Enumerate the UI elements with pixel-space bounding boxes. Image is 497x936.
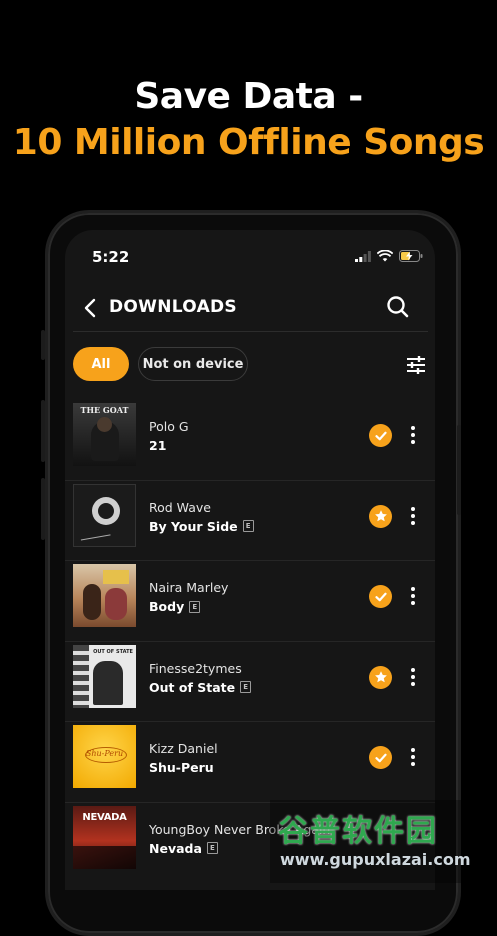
downloaded-status[interactable] bbox=[369, 665, 392, 689]
more-options-icon[interactable] bbox=[410, 506, 416, 527]
album-art: NEVADA bbox=[73, 805, 136, 869]
more-options-icon[interactable] bbox=[410, 748, 416, 768]
track-title: 21 bbox=[149, 438, 167, 453]
track-title: Nevada bbox=[149, 840, 202, 856]
watermark-title: 谷普软件园 bbox=[278, 814, 438, 849]
watermark-url: www.gupuxlazai.com bbox=[280, 850, 471, 869]
header-divider bbox=[73, 331, 428, 332]
downloaded-status[interactable] bbox=[369, 424, 392, 447]
filter-chip-all[interactable]: All bbox=[73, 347, 129, 381]
status-bar: 5:22 bbox=[65, 230, 435, 280]
phone-mute-switch bbox=[41, 330, 45, 360]
album-art-text: OUT OF STATE bbox=[93, 648, 133, 655]
album-art: OUT OF STATE bbox=[73, 644, 136, 708]
track-artist: Rod Wave bbox=[149, 499, 211, 515]
track-title: By Your Side bbox=[149, 518, 238, 534]
list-item[interactable]: OUT OF STATE Finesse2tymes Out of State … bbox=[65, 642, 435, 722]
downloaded-status[interactable] bbox=[369, 504, 392, 528]
star-icon bbox=[374, 510, 387, 522]
list-item[interactable]: THE GOAT Polo G 21 bbox=[65, 400, 435, 481]
album-art bbox=[73, 483, 136, 547]
more-options-icon[interactable] bbox=[410, 426, 416, 446]
page-title: DOWNLOADS bbox=[109, 297, 237, 317]
track-title: Shu-Peru bbox=[149, 760, 214, 775]
track-title-line: 21 bbox=[149, 438, 166, 453]
page-header: DOWNLOADS bbox=[65, 292, 435, 328]
album-art: Shu-Peru bbox=[73, 725, 136, 788]
explicit-badge: E bbox=[242, 520, 254, 532]
track-title-line: Shu-Peru bbox=[149, 760, 214, 775]
track-artist: Finesse2tymes bbox=[149, 660, 242, 676]
app-screen: 5:22 DOWNLOADS All Not on device THE GOA… bbox=[65, 230, 435, 890]
phone-volume-up bbox=[41, 400, 45, 462]
promo-headline: Save Data - bbox=[134, 76, 363, 117]
album-art-text: THE GOAT bbox=[80, 405, 129, 415]
track-artist: Naira Marley bbox=[149, 580, 229, 595]
phone-power-button bbox=[457, 425, 461, 515]
downloaded-status[interactable] bbox=[369, 746, 392, 769]
album-art-text: NEVADA bbox=[82, 811, 127, 823]
star-icon bbox=[374, 671, 387, 683]
phone-volume-down bbox=[41, 478, 45, 540]
cellular-signal-icon bbox=[355, 250, 371, 262]
album-art bbox=[73, 564, 136, 627]
wifi-icon bbox=[377, 250, 393, 262]
explicit-badge: E bbox=[240, 681, 252, 693]
promo-subheadline: 10 Million Offline Songs bbox=[12, 122, 485, 163]
explicit-badge: E bbox=[206, 842, 218, 854]
track-title-line: Nevada E bbox=[149, 841, 218, 856]
more-options-icon[interactable] bbox=[410, 587, 416, 607]
track-artist: Polo G bbox=[149, 419, 189, 434]
list-item[interactable]: Shu-Peru Kizz Daniel Shu-Peru bbox=[65, 722, 435, 803]
status-time: 5:22 bbox=[92, 248, 130, 266]
search-icon[interactable] bbox=[385, 294, 411, 320]
explicit-badge: E bbox=[189, 600, 201, 613]
track-title: Body bbox=[149, 599, 185, 614]
album-art: THE GOAT bbox=[73, 403, 136, 466]
filter-chips: All Not on device bbox=[73, 347, 248, 383]
list-item[interactable]: Naira Marley Body E bbox=[65, 561, 435, 642]
check-icon bbox=[374, 592, 387, 601]
track-title-line: Body E bbox=[149, 599, 201, 614]
list-item[interactable]: Rod Wave By Your Side E bbox=[65, 481, 435, 561]
check-icon bbox=[374, 753, 387, 762]
watermark: 谷普软件园 www.gupuxlazai.com bbox=[270, 800, 497, 883]
filter-chip-not-on-device[interactable]: Not on device bbox=[138, 347, 248, 381]
track-title-line: Out of State E bbox=[149, 679, 252, 695]
check-icon bbox=[374, 431, 387, 440]
status-icons bbox=[355, 250, 423, 262]
more-options-icon[interactable] bbox=[410, 667, 416, 688]
back-arrow-icon[interactable] bbox=[79, 296, 103, 320]
downloaded-status[interactable] bbox=[369, 585, 392, 608]
filter-settings-icon[interactable] bbox=[405, 354, 427, 376]
track-artist: Kizz Daniel bbox=[149, 741, 218, 756]
track-title: Out of State bbox=[149, 679, 236, 695]
battery-charging-icon bbox=[399, 250, 423, 262]
track-title-line: By Your Side E bbox=[149, 519, 254, 534]
album-art-text: Shu-Peru bbox=[85, 749, 124, 758]
